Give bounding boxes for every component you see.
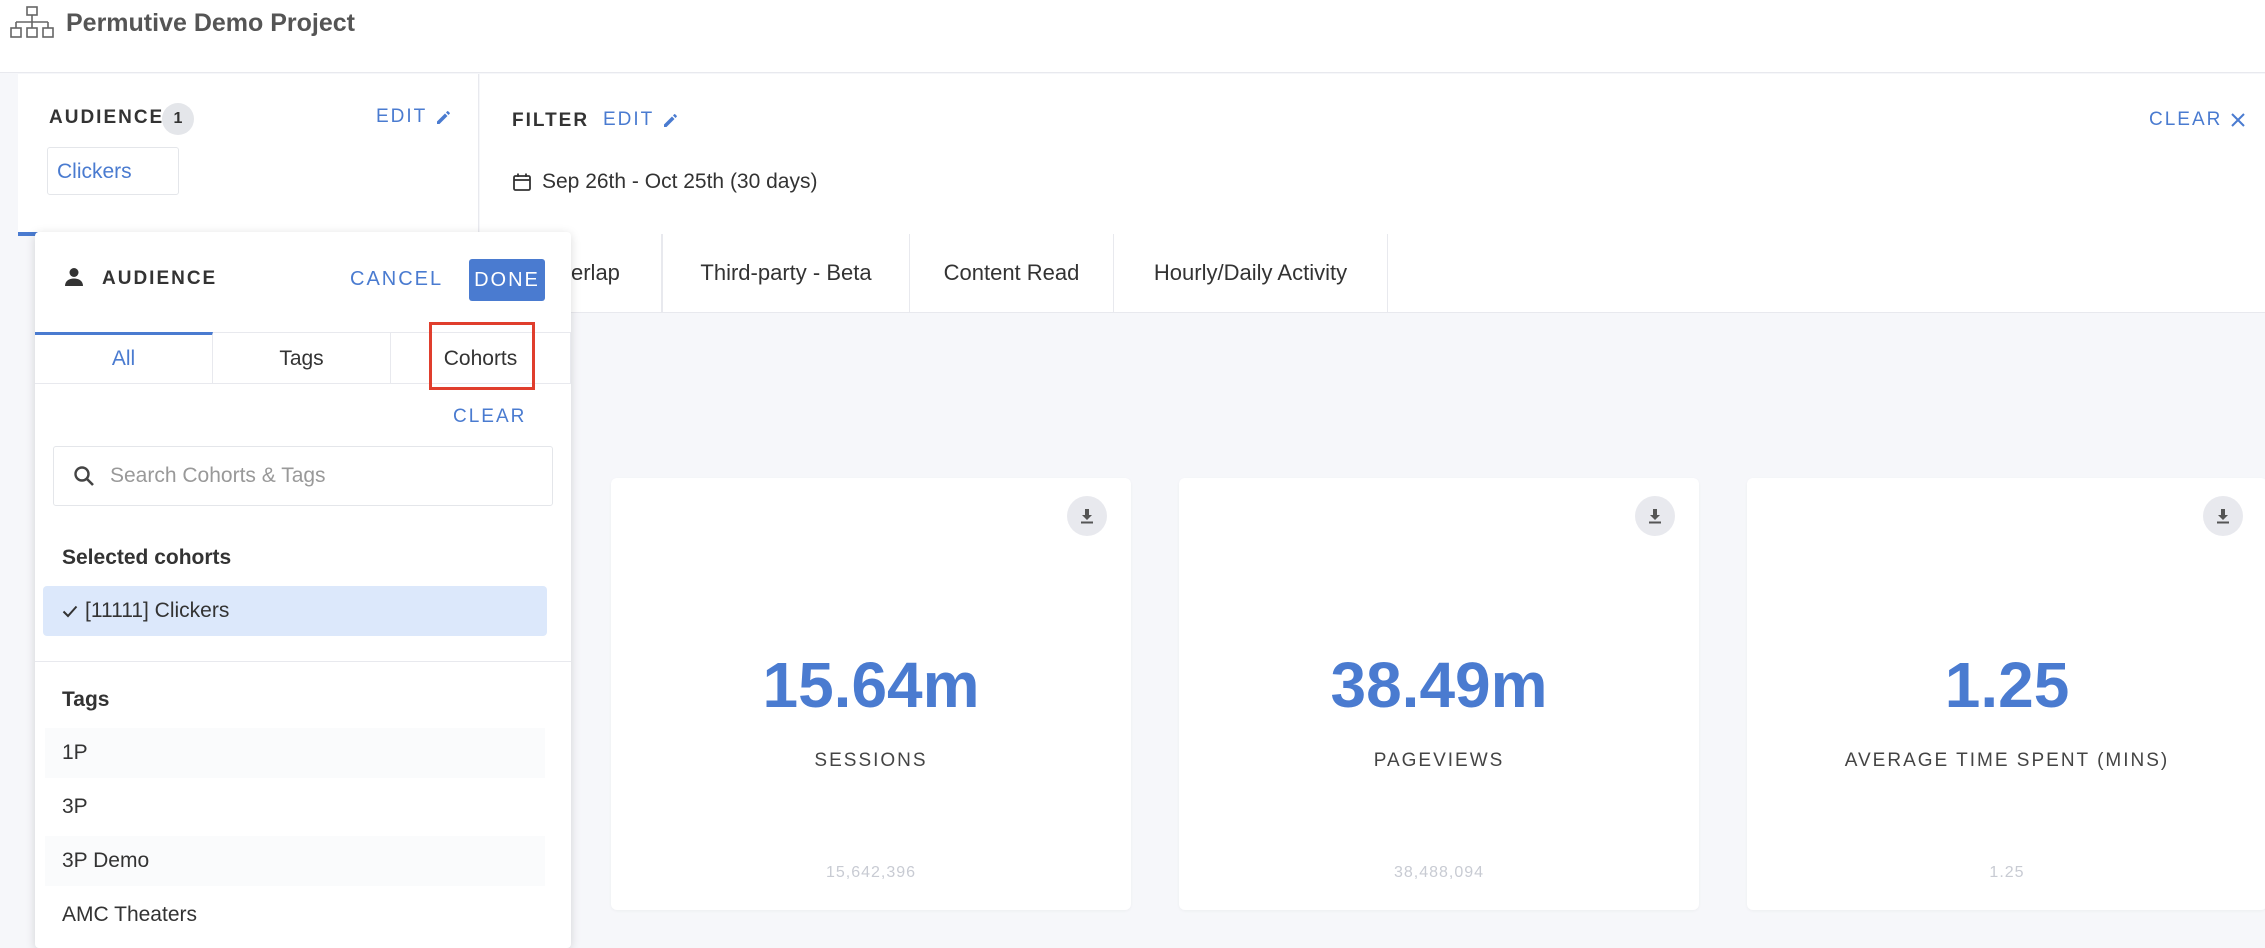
metric-raw-value: 1.25	[1989, 864, 2025, 881]
tag-item[interactable]: AMC Theaters	[45, 890, 545, 940]
done-button[interactable]: DONE	[469, 259, 545, 301]
metric-value: 1.25	[1944, 649, 2070, 721]
download-icon	[1081, 509, 1093, 524]
dropdown-clear-button[interactable]: CLEAR	[453, 406, 526, 428]
cancel-button[interactable]: CANCEL	[350, 268, 443, 291]
tab-overlap[interactable]: verlap	[560, 234, 662, 312]
search-icon	[74, 466, 94, 486]
selected-cohorts-heading: Selected cohorts	[62, 546, 232, 569]
metric-label: PAGEVIEWS	[1373, 750, 1505, 771]
pencil-icon	[437, 111, 451, 124]
tab-hourly-daily-activity[interactable]: Hourly/Daily Activity	[1114, 234, 1388, 312]
date-range[interactable]: Sep 26th - Oct 25th (30 days)	[512, 170, 817, 194]
tag-item[interactable]: 3P Demo	[45, 836, 545, 886]
filter-edit-button[interactable]: EDIT	[603, 109, 680, 131]
filter-clear-button[interactable]: CLEAR	[2149, 109, 2246, 131]
tab-content-read[interactable]: Content Read	[910, 234, 1114, 312]
sitemap-icon	[10, 6, 54, 38]
tab-cohorts[interactable]: Cohorts	[391, 332, 571, 384]
metric-raw-value: 38,488,094	[1393, 864, 1485, 881]
metric-card-average-time-spent: 1.25 AVERAGE TIME SPENT (MINS) 1.25	[1747, 478, 2265, 910]
divider	[35, 661, 571, 662]
check-icon	[62, 605, 78, 618]
person-icon	[65, 268, 83, 286]
project-title: Permutive Demo Project	[66, 9, 355, 37]
calendar-icon	[513, 173, 531, 191]
tab-all[interactable]: All	[35, 332, 213, 384]
tab-third-party-beta[interactable]: Third-party - Beta	[662, 234, 910, 312]
metric-value: 15.64m	[762, 649, 980, 721]
tags-heading: Tags	[62, 688, 110, 711]
tab-tags[interactable]: Tags	[213, 332, 391, 384]
metric-label: AVERAGE TIME SPENT (MINS)	[1844, 750, 2170, 771]
download-icon	[2217, 509, 2229, 524]
filter-panel	[480, 74, 2265, 235]
close-icon	[2231, 113, 2246, 127]
metric-value: 38.49m	[1330, 649, 1548, 721]
tag-item[interactable]: 1P	[45, 728, 545, 778]
filter-label: FILTER	[512, 110, 590, 131]
metric-card-pageviews: 38.49m PAGEVIEWS 38,488,094	[1179, 478, 1699, 910]
date-range-label: Sep 26th - Oct 25th (30 days)	[542, 170, 818, 193]
metric-label: SESSIONS	[814, 750, 928, 771]
audience-label: AUDIENCE	[49, 107, 165, 128]
tag-item[interactable]: 3P	[45, 782, 545, 832]
audience-edit-label: EDIT	[376, 106, 428, 127]
selected-cohort-label: [11111] Clickers	[85, 599, 230, 622]
dropdown-title: AUDIENCE	[102, 268, 218, 289]
selected-cohort-item[interactable]: [11111] Clickers	[43, 586, 547, 636]
filter-edit-label: EDIT	[603, 109, 655, 130]
audience-dropdown: AUDIENCE CANCEL DONE All Tags Cohorts CL…	[35, 232, 571, 948]
download-button[interactable]	[1635, 496, 1675, 536]
search-box[interactable]	[53, 446, 553, 506]
download-icon	[1649, 509, 1661, 524]
metric-raw-value: 15,642,396	[825, 864, 917, 881]
audience-count-badge: 1	[162, 103, 194, 135]
search-input[interactable]	[108, 463, 532, 489]
audience-edit-button[interactable]: EDIT	[376, 106, 453, 128]
download-button[interactable]	[1067, 496, 1107, 536]
metric-card-sessions: 15.64m SESSIONS 15,642,396	[611, 478, 1131, 910]
pencil-icon	[664, 114, 678, 127]
audience-chip-clickers[interactable]: Clickers	[47, 147, 179, 195]
filter-clear-label: CLEAR	[2149, 109, 2223, 130]
download-button[interactable]	[2203, 496, 2243, 536]
